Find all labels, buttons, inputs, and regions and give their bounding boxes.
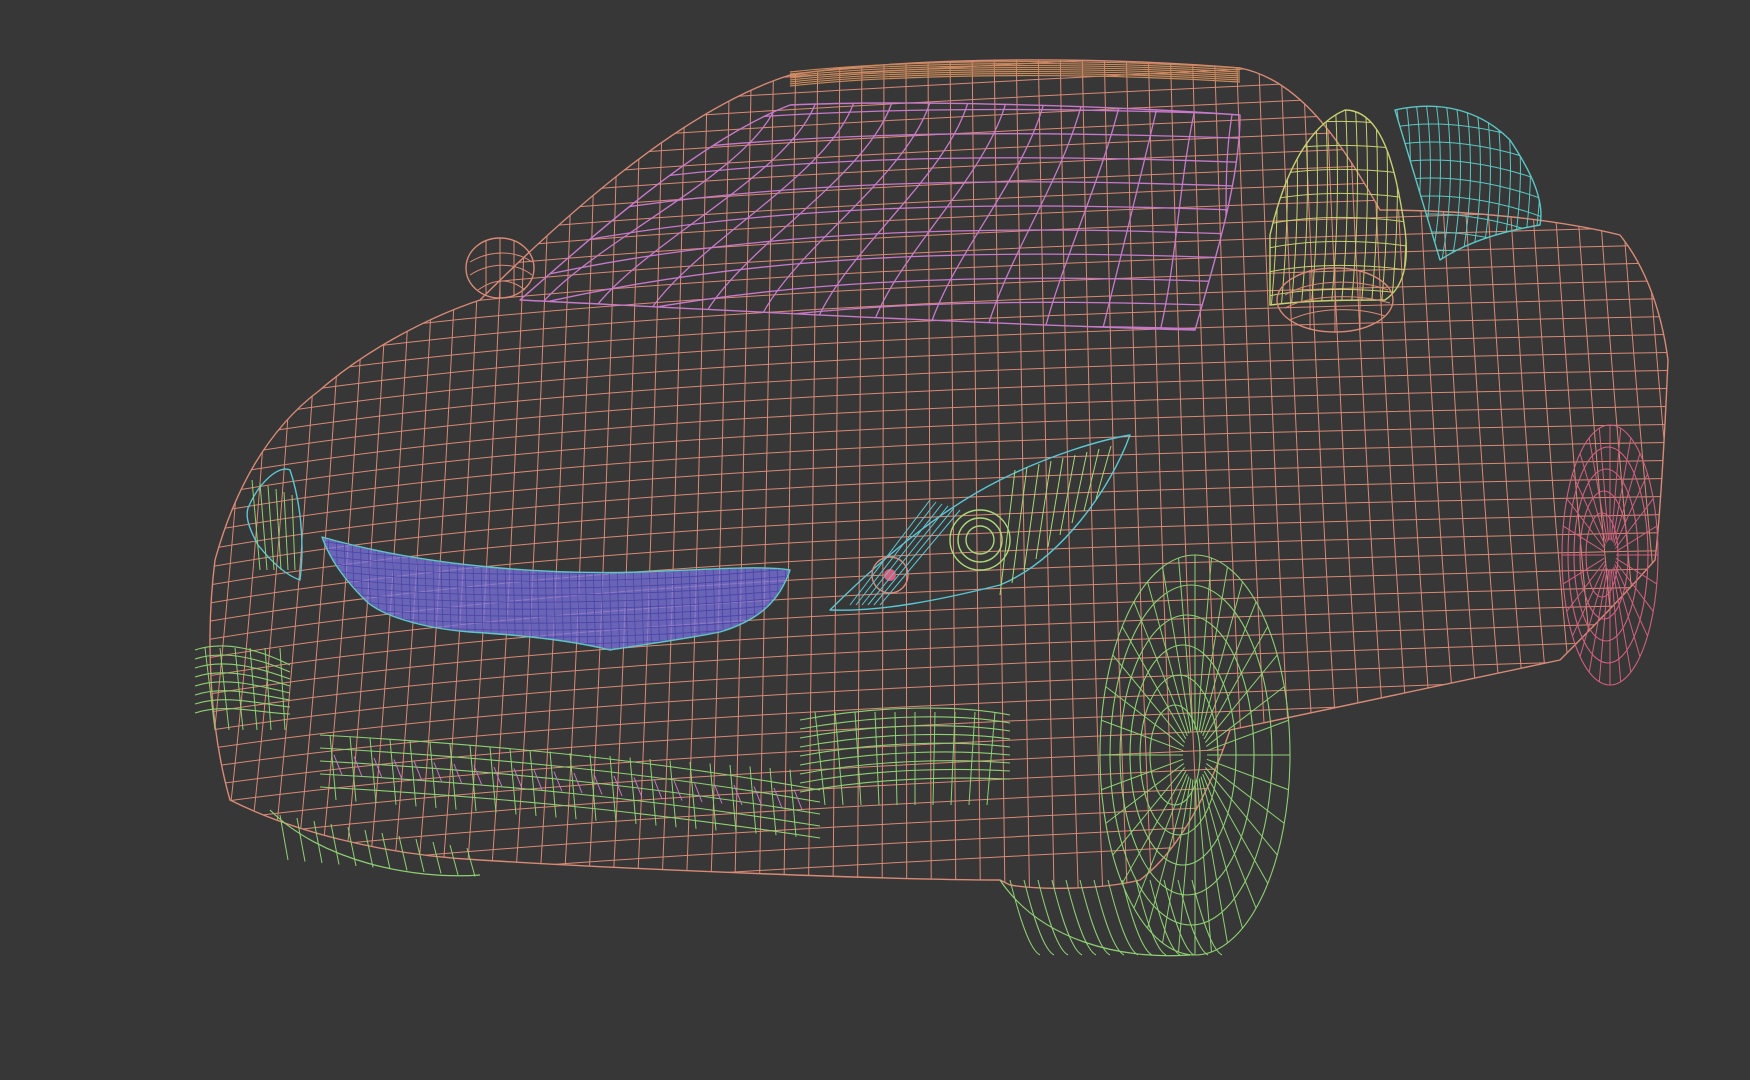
projector-lens (949, 509, 1011, 571)
front-wheel-mesh (999, 554, 1291, 957)
left-headlight (246, 468, 303, 581)
rear-side-window (1394, 105, 1542, 261)
right-headlight (829, 434, 1131, 611)
rear-side-window-outline (1394, 105, 1542, 261)
headlight-left-outline (246, 468, 303, 581)
side-mirror-right (1276, 267, 1394, 333)
car-wireframe-scene (194, 59, 1669, 957)
body-shell (209, 59, 1669, 889)
front-side-window-outline (1269, 109, 1407, 306)
side-mirror-left (465, 237, 535, 299)
body-mesh (210, 59, 1668, 889)
rear-side-window-mesh (1395, 106, 1541, 260)
viewport-canvas[interactable] (0, 0, 1750, 1080)
roof-strip (789, 61, 1241, 87)
front-wheel (999, 554, 1291, 957)
